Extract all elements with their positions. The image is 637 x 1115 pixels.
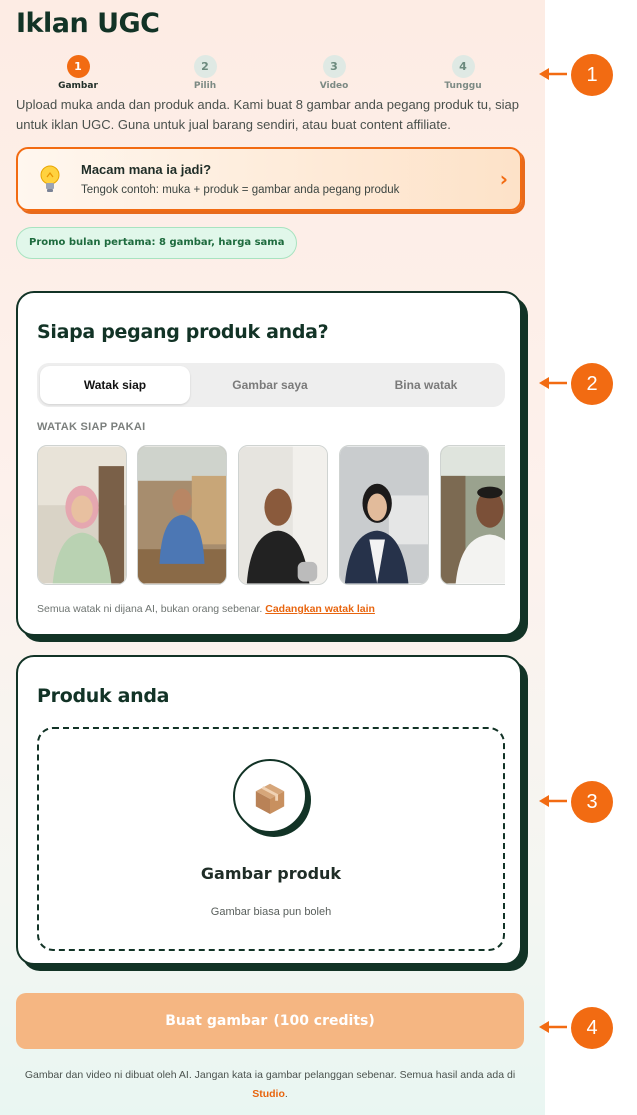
generate-label: Buat gambar [165, 1013, 268, 1029]
intro-text: Upload muka anda dan produk anda. Kami b… [16, 97, 520, 132]
callout-badge: 2 [571, 363, 613, 405]
woman-office-photo [340, 446, 428, 584]
arrow-left-icon [539, 377, 567, 389]
promo-badge: Promo bulan pertama: 8 gambar, harga sam… [16, 227, 298, 259]
suggest-character-link[interactable]: Cadangkan watak lain [265, 603, 375, 615]
how-subtitle: Tengok contoh: muka + produk = gambar an… [81, 184, 400, 196]
page-title: Iklan UGC [16, 8, 160, 39]
ai-disclaimer: Semua watak ni dijana AI, bukan orang se… [37, 603, 375, 615]
step-number: 2 [193, 55, 217, 78]
character-card-title: Siapa pegang produk anda? [37, 321, 329, 343]
character-carousel[interactable] [37, 445, 505, 587]
studio-link[interactable]: Studio [252, 1088, 285, 1100]
stepper: 1 Gambar 2 Pilih 3 Video 4 Tunggu [36, 55, 506, 95]
step-label: Pilih [193, 81, 217, 91]
step-video: 3 Video [292, 55, 376, 91]
callout-2: 2 [538, 363, 618, 405]
callout-3: 3 [538, 781, 618, 823]
page-background: Iklan UGC 1 Gambar 2 Pilih 3 Video 4 Tun… [0, 0, 545, 1115]
character-man-selfie[interactable] [238, 445, 328, 585]
callout-4: 4 [538, 1007, 618, 1049]
footer-text: Gambar dan video ni dibuat oleh AI. Jang… [24, 1069, 516, 1081]
tab-gambar-saya[interactable]: Gambar saya [194, 366, 346, 404]
arrow-left-icon [539, 795, 567, 807]
tab-bina-watak[interactable]: Bina watak [350, 366, 502, 404]
package-icon-circle [233, 759, 307, 833]
step-label: Video [319, 81, 349, 91]
how-title: Macam mana ia jadi? [81, 162, 212, 177]
character-card: Siapa pegang produk anda? Watak siap Gam… [16, 291, 522, 636]
character-tabs: Watak siap Gambar saya Bina watak [37, 363, 505, 407]
tab-watak-siap[interactable]: Watak siap [40, 366, 190, 404]
step-number: 1 [66, 55, 90, 78]
character-man-kitchen[interactable] [440, 445, 505, 585]
footer-note: Gambar dan video ni dibuat oleh AI. Jang… [16, 1066, 524, 1104]
step-number: 3 [322, 55, 346, 78]
woman-hijab-photo [38, 446, 126, 584]
generate-images-button[interactable]: Buat gambar (100 credits) [16, 993, 524, 1049]
package-icon [255, 783, 285, 814]
character-woman-hijab[interactable] [37, 445, 127, 585]
character-woman-office[interactable] [339, 445, 429, 585]
disclaimer-text: Semua watak ni dijana AI, bukan orang se… [37, 603, 263, 615]
callout-badge: 1 [571, 54, 613, 96]
callout-badge: 3 [571, 781, 613, 823]
step-pilih: 2 Pilih [163, 55, 247, 91]
callout-badge: 4 [571, 1007, 613, 1049]
credits-label: (100 credits) [273, 1013, 375, 1029]
man-workshop-photo [138, 446, 226, 584]
callout-1: 1 [538, 54, 618, 96]
chevron-right-icon: › [499, 167, 508, 191]
lightbulb-icon [40, 165, 60, 192]
arrow-left-icon [539, 1021, 567, 1033]
product-card: Produk anda Gambar produk Gambar biasa p… [16, 655, 522, 965]
character-man-workshop[interactable] [137, 445, 227, 585]
footer-end: . [284, 1088, 288, 1100]
step-tunggu: 4 Tunggu [421, 55, 505, 91]
section-label: WATAK SIAP PAKAI [37, 421, 146, 433]
step-number: 4 [451, 55, 475, 78]
step-label: Gambar [58, 81, 98, 91]
how-it-works-card[interactable]: Macam mana ia jadi? Tengok contoh: muka … [16, 147, 522, 211]
product-card-title: Produk anda [37, 685, 170, 707]
dropzone-subtitle: Gambar biasa pun boleh [210, 906, 332, 918]
step-label: Tunggu [444, 81, 482, 91]
man-kitchen-photo [441, 446, 505, 584]
dropzone-title: Gambar produk [200, 864, 342, 883]
step-gambar: 1 Gambar [36, 55, 120, 91]
arrow-left-icon [539, 68, 567, 80]
product-upload-dropzone[interactable]: Gambar produk Gambar biasa pun boleh [37, 727, 505, 951]
man-selfie-photo [239, 446, 327, 584]
